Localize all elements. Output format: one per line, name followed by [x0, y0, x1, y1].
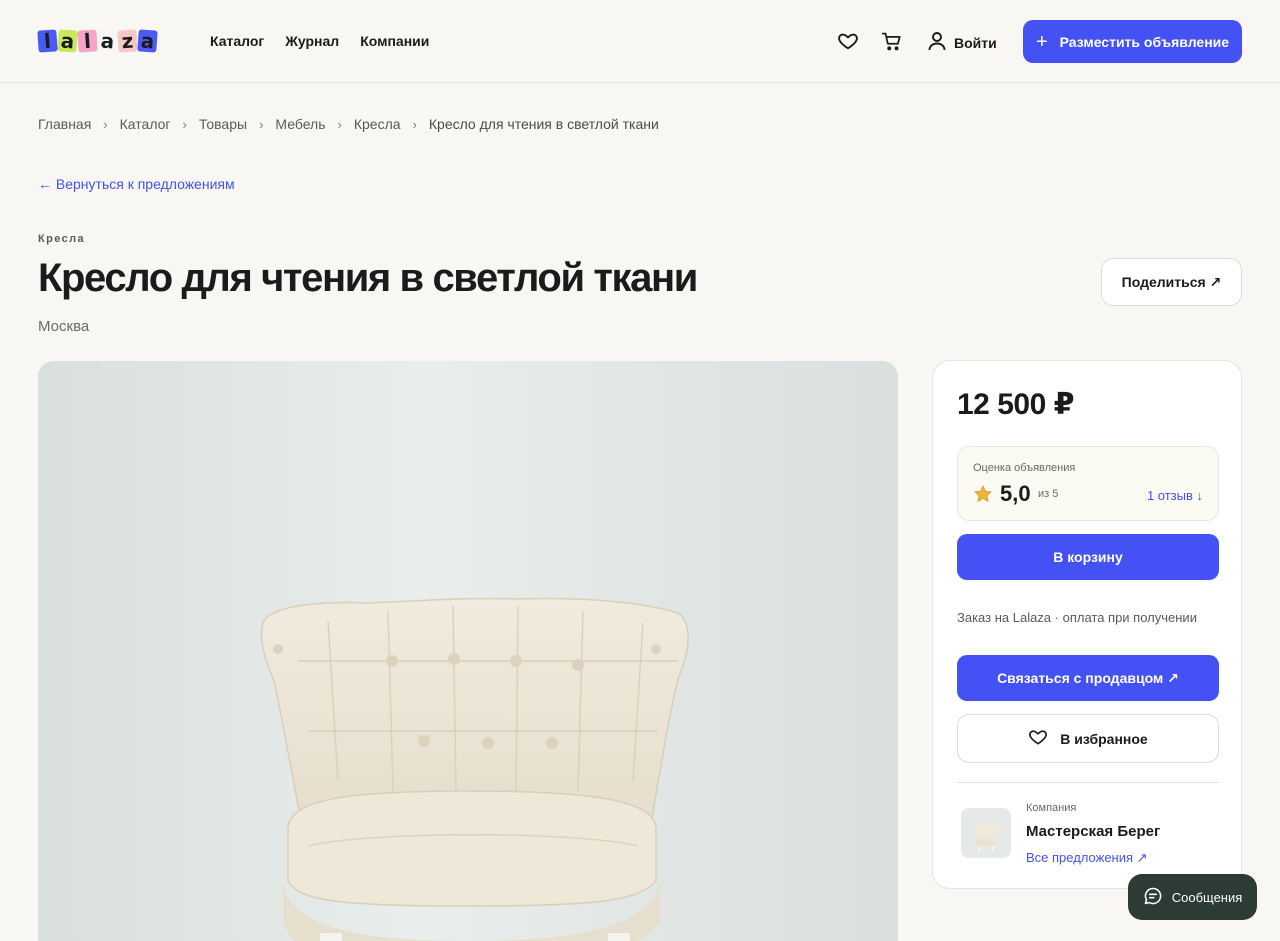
- breadcrumb-armchairs[interactable]: Кресла: [354, 116, 401, 132]
- breadcrumb-separator: ›: [412, 116, 417, 132]
- armchair-illustration: [38, 361, 898, 941]
- rating-score: 5,0: [1000, 481, 1031, 506]
- plus-icon: +: [1035, 30, 1048, 53]
- login-label: Войти: [954, 34, 997, 51]
- breadcrumb-furniture[interactable]: Мебель: [275, 116, 325, 132]
- purchase-card: 12 500 ₽ Оценка объявления 5,0 из 5 1 от…: [932, 360, 1242, 889]
- share-button[interactable]: Поделиться ↗: [1101, 258, 1242, 306]
- breadcrumb-separator: ›: [182, 116, 187, 132]
- divider: [957, 782, 1219, 783]
- price: 12 500 ₽: [957, 388, 1074, 421]
- logo-letter: l: [77, 29, 98, 53]
- rating-scale: из 5: [1038, 488, 1059, 500]
- breadcrumb-home[interactable]: Главная: [38, 116, 91, 132]
- nav-journal[interactable]: Журнал: [285, 33, 339, 49]
- logo-letter: l: [37, 29, 58, 53]
- lalaza-logo[interactable]: lalaza: [37, 25, 158, 57]
- nav-catalog[interactable]: Каталог: [210, 33, 264, 49]
- breadcrumb-separator: ›: [103, 116, 108, 132]
- category-tag: Кресла: [38, 233, 86, 245]
- favorites-label: В избранное: [1060, 730, 1148, 747]
- breadcrumb-separator: ›: [259, 116, 264, 132]
- contact-seller-button[interactable]: Связаться с продавцом ↗: [957, 655, 1219, 701]
- listing-city: Москва: [38, 318, 90, 335]
- order-note: Заказ на Lalaza · оплата при получении: [957, 610, 1197, 625]
- breadcrumb-current: Кресло для чтения в светлой ткани: [428, 116, 659, 132]
- rating-label: Оценка объявления: [973, 462, 1076, 474]
- nav-companies[interactable]: Компании: [360, 33, 429, 49]
- site-header: lalaza Каталог Журнал Компании Войти + Р…: [0, 0, 1280, 83]
- reviews-link[interactable]: 1 отзыв ↓: [1147, 488, 1203, 503]
- messages-label: Сообщения: [1171, 889, 1243, 905]
- post-listing-label: Разместить объявление: [1059, 33, 1230, 50]
- company-label: Компания: [1026, 802, 1077, 814]
- cart-icon[interactable]: [881, 30, 903, 52]
- chat-icon: [1143, 886, 1163, 909]
- rating-box: Оценка объявления 5,0 из 5 1 отзыв ↓: [957, 446, 1219, 521]
- login-button[interactable]: Войти: [928, 31, 997, 54]
- main-nav: Каталог Журнал Компании: [210, 33, 429, 49]
- heart-icon[interactable]: [837, 30, 859, 52]
- breadcrumb-catalog[interactable]: Каталог: [120, 116, 171, 132]
- messages-button[interactable]: Сообщения: [1128, 874, 1257, 920]
- product-photo[interactable]: [38, 361, 898, 941]
- logo-letter: a: [137, 29, 158, 53]
- page-title: Кресло для чтения в светлой ткани: [38, 256, 698, 300]
- logo-letter: a: [57, 29, 78, 53]
- breadcrumb: Главная › Каталог › Товары › Мебель › Кр…: [38, 116, 659, 132]
- post-listing-button[interactable]: + Разместить объявление: [1023, 20, 1242, 63]
- star-icon: [973, 484, 993, 509]
- breadcrumb-separator: ›: [337, 116, 342, 132]
- company-name[interactable]: Мастерская Берег: [1026, 823, 1160, 840]
- add-to-cart-button[interactable]: В корзину: [957, 534, 1219, 580]
- user-icon: [928, 31, 946, 54]
- logo-letter: z: [117, 29, 138, 53]
- company-avatar[interactable]: [961, 808, 1011, 858]
- breadcrumb-goods[interactable]: Товары: [199, 116, 247, 132]
- back-to-listings-link[interactable]: ← Вернуться к предложениям: [38, 176, 235, 192]
- add-to-favorites-button[interactable]: В избранное: [957, 714, 1219, 763]
- all-offers-link[interactable]: Все предложения ↗: [1026, 850, 1148, 866]
- logo-letter: a: [97, 29, 118, 53]
- heart-icon: [1028, 727, 1048, 750]
